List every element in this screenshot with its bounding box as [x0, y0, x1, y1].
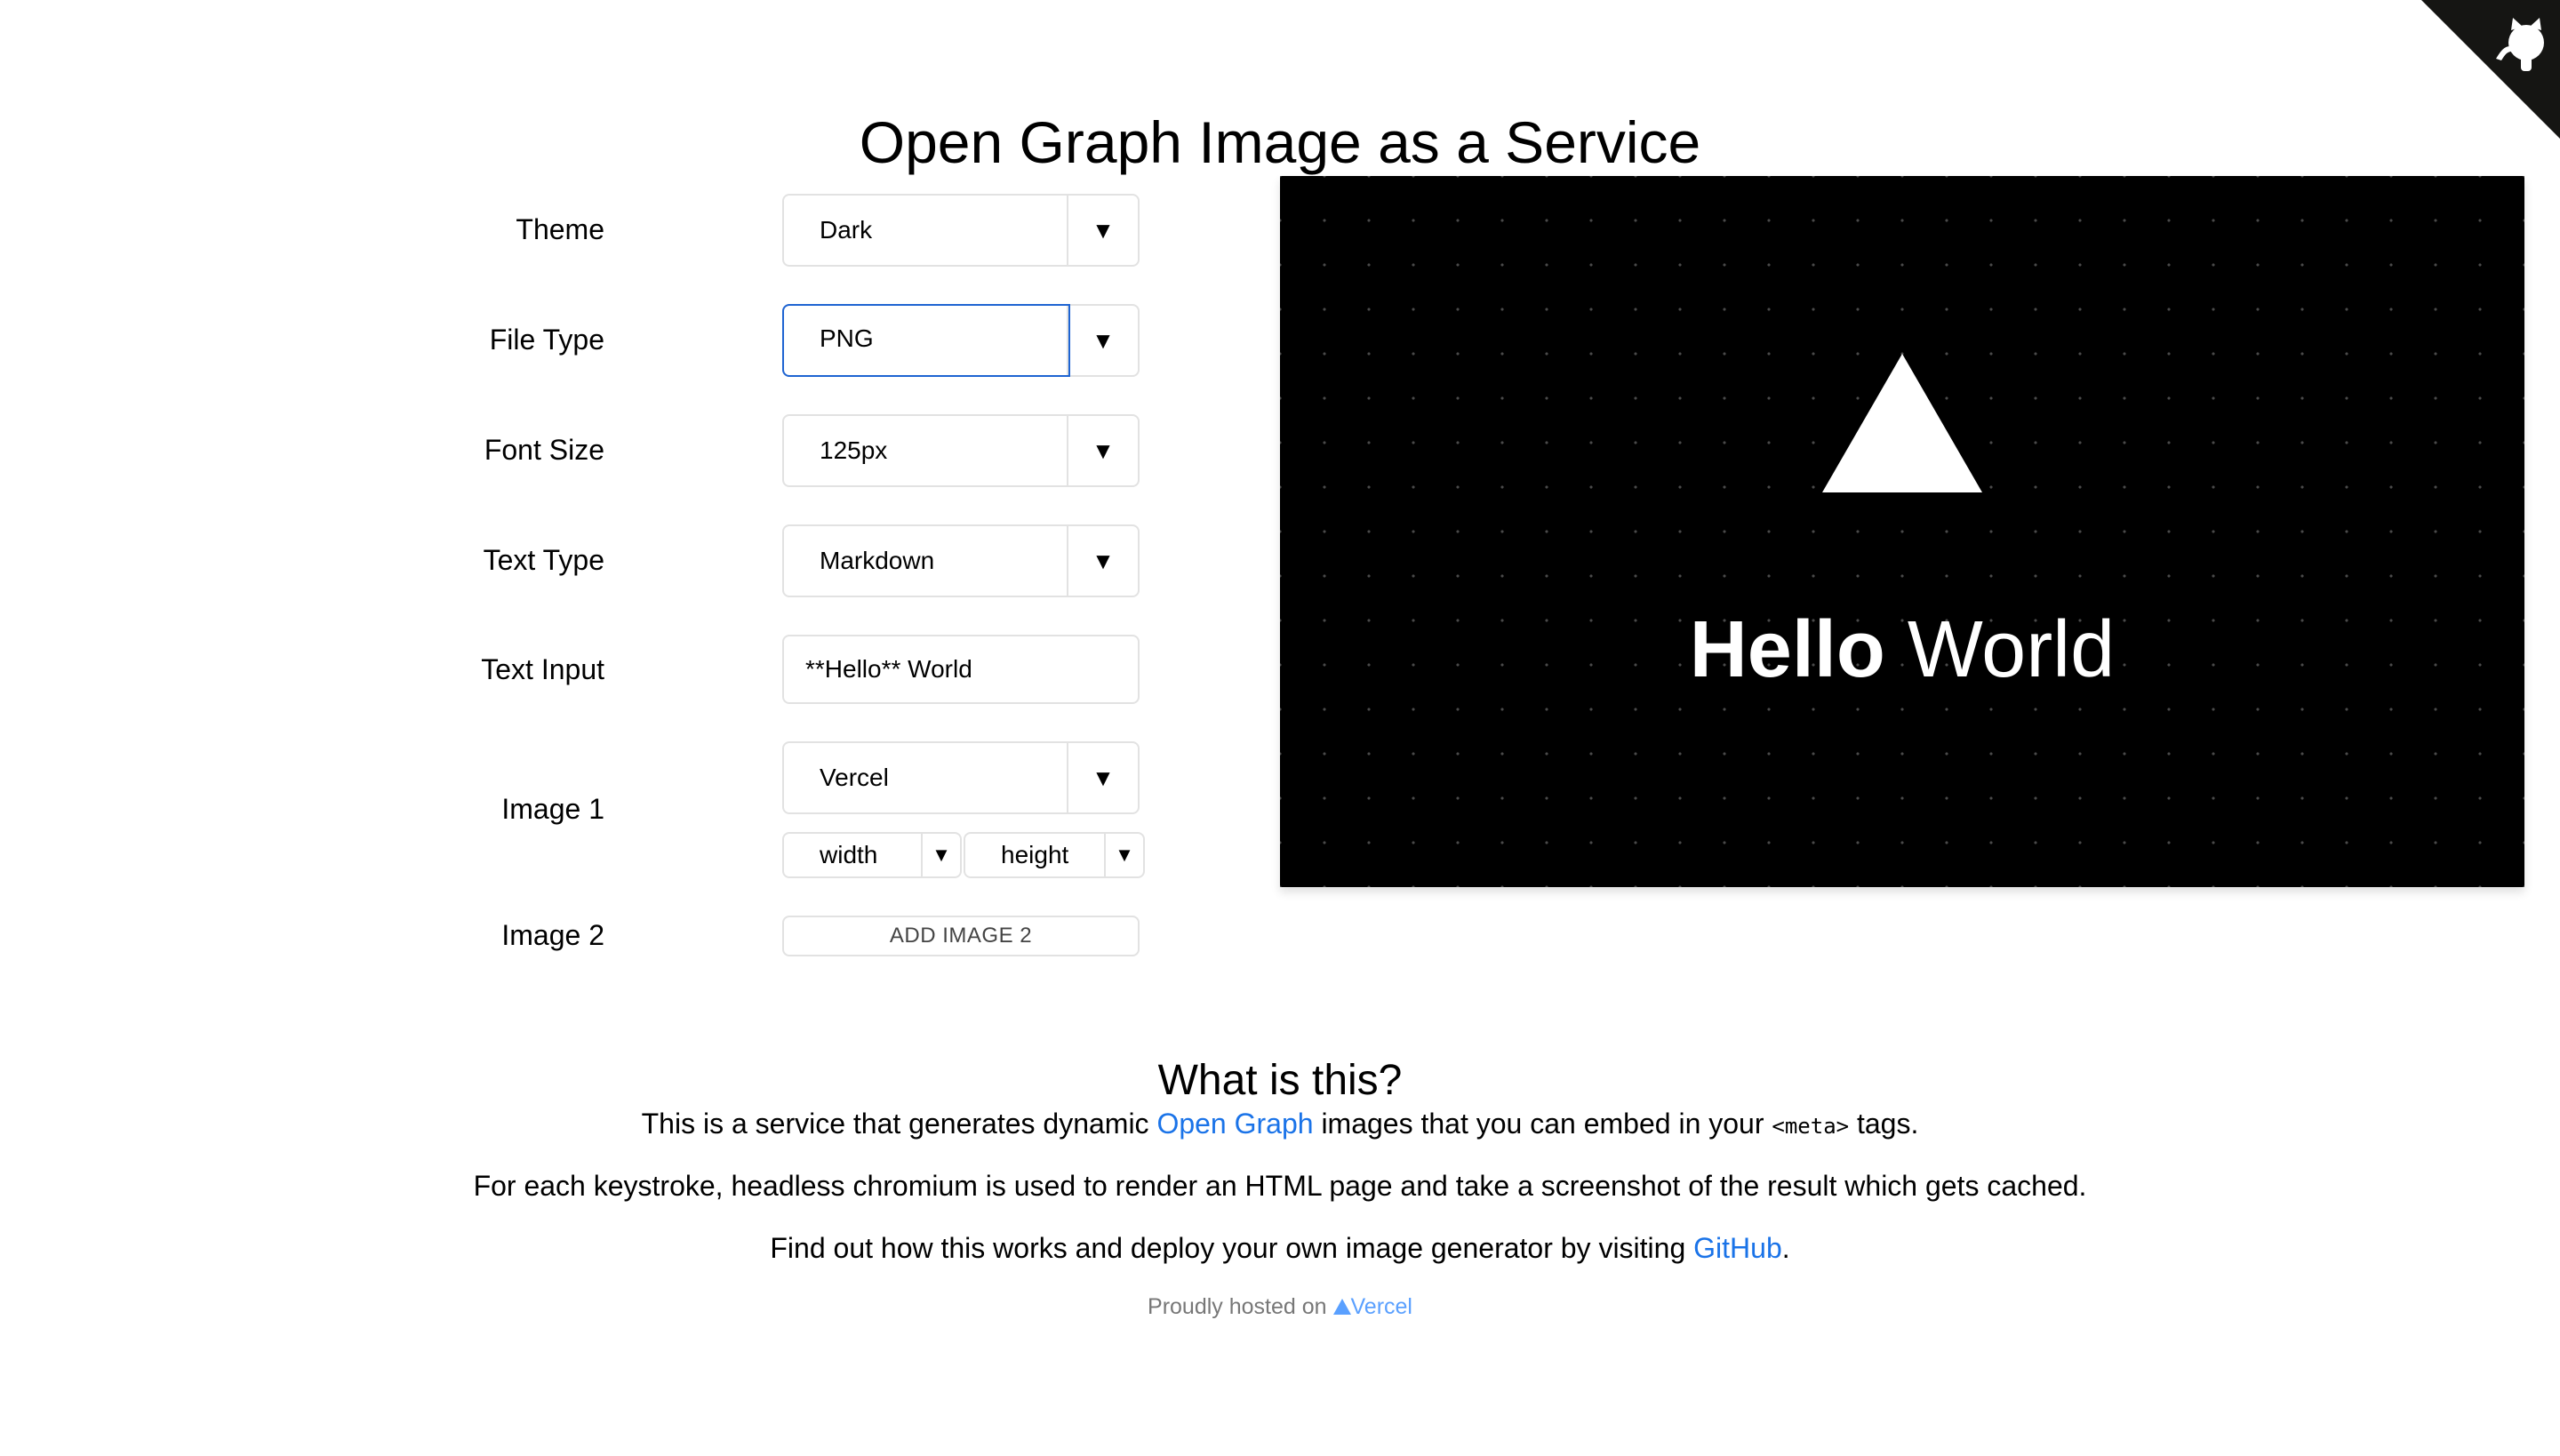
- theme-select[interactable]: Dark ▼: [782, 194, 1140, 267]
- chevron-down-icon[interactable]: ▼: [1067, 196, 1138, 265]
- about-paragraph-2: For each keystroke, headless chromium is…: [473, 1170, 2087, 1202]
- chevron-down-icon[interactable]: ▼: [1067, 306, 1138, 375]
- github-link[interactable]: GitHub: [1693, 1232, 1782, 1264]
- github-corner-link[interactable]: [2421, 0, 2560, 139]
- chevron-down-icon[interactable]: ▼: [1067, 743, 1138, 812]
- font-size-select-value: 125px: [820, 436, 888, 464]
- og-image-preview: Hello World: [1280, 176, 2524, 887]
- about-p3-text: Find out how this works and deploy your …: [770, 1232, 1694, 1264]
- theme-select-value: Dark: [820, 216, 873, 244]
- text-type-label: Text Type: [483, 544, 604, 576]
- about-p1-text-3: tags.: [1849, 1108, 1919, 1140]
- github-octocat-icon: [2421, 0, 2560, 139]
- vercel-link[interactable]: Vercel: [1332, 1294, 1412, 1319]
- image1-height-value: height: [1001, 841, 1069, 868]
- file-type-select[interactable]: PNG ▼: [782, 304, 1140, 377]
- meta-code: <meta>: [1772, 1114, 1850, 1139]
- image1-label: Image 1: [501, 793, 604, 825]
- about-p1-text: This is a service that generates dynamic: [641, 1108, 1157, 1140]
- image2-label: Image 2: [501, 919, 604, 951]
- text-type-select-value: Markdown: [820, 547, 935, 574]
- about-paragraph-1: This is a service that generates dynamic…: [0, 1104, 2560, 1146]
- file-type-select-value: PNG: [782, 304, 1070, 377]
- image1-select-value: Vercel: [820, 764, 889, 791]
- footer: Proudly hosted on Vercel: [0, 1291, 2560, 1323]
- font-size-select[interactable]: 125px ▼: [782, 414, 1140, 487]
- text-input-label: Text Input: [481, 653, 604, 685]
- vercel-brand: Vercel: [1350, 1294, 1412, 1319]
- vercel-triangle-icon: [1332, 1299, 1351, 1315]
- chevron-down-icon[interactable]: ▼: [921, 834, 960, 876]
- about-paragraph-3: Find out how this works and deploy your …: [0, 1228, 2560, 1268]
- open-graph-link[interactable]: Open Graph: [1156, 1108, 1313, 1140]
- text-input-field[interactable]: [782, 635, 1140, 704]
- about-p3-text-2: .: [1781, 1232, 1790, 1264]
- page-title: Open Graph Image as a Service: [859, 109, 1701, 176]
- chevron-down-icon[interactable]: ▼: [1067, 416, 1138, 485]
- vercel-triangle-icon: [1822, 354, 1982, 492]
- chevron-down-icon[interactable]: ▼: [1104, 834, 1143, 876]
- file-type-label: File Type: [489, 324, 604, 356]
- image1-select[interactable]: Vercel ▼: [782, 741, 1140, 814]
- preview-bold-text: Hello: [1689, 605, 1885, 694]
- chevron-down-icon[interactable]: ▼: [1067, 526, 1138, 596]
- about-title: What is this?: [1157, 1056, 1403, 1104]
- preview-normal-text: World: [1884, 605, 2116, 694]
- text-type-select[interactable]: Markdown ▼: [782, 524, 1140, 597]
- image1-width-select[interactable]: width ▼: [782, 832, 962, 878]
- add-image-2-button[interactable]: ADD IMAGE 2: [782, 916, 1140, 956]
- preview-headline: Hello World: [1280, 601, 2524, 699]
- theme-label: Theme: [516, 213, 604, 245]
- footer-text: Proudly hosted on: [1148, 1294, 1333, 1319]
- image1-height-select[interactable]: height ▼: [964, 832, 1145, 878]
- font-size-label: Font Size: [484, 434, 604, 466]
- image1-width-value: width: [820, 841, 878, 868]
- about-p1-text-2: images that you can embed in your: [1313, 1108, 1772, 1140]
